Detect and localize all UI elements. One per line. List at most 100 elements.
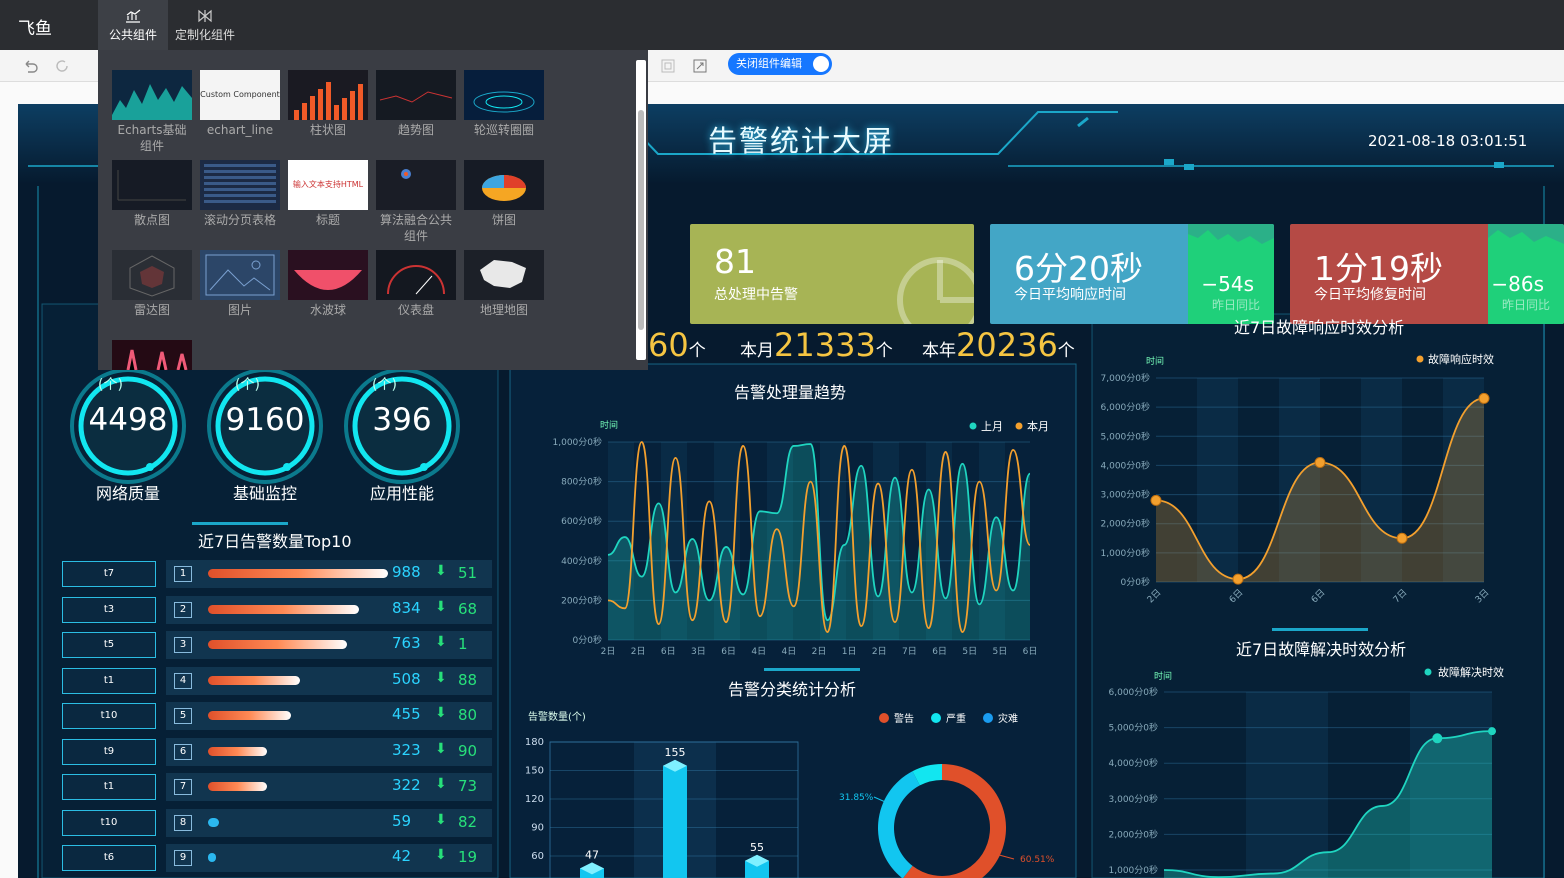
- slice-label: 60.51%: [1020, 855, 1055, 865]
- y-tick-label: 2,000分0秒: [1101, 518, 1151, 530]
- y-tick-label: 0分0秒: [1121, 576, 1150, 588]
- component-label: 仪表盘: [397, 303, 434, 317]
- y-tick-label: 180: [525, 737, 544, 748]
- component-item[interactable]: 仪表盘: [376, 250, 456, 318]
- data-point: [1488, 727, 1496, 736]
- component-thumbnail: [112, 160, 192, 210]
- component-label: 滚动分页表格: [203, 213, 276, 227]
- component-item[interactable]: 水波球: [288, 250, 368, 318]
- y-tick-label: 0分0秒: [573, 634, 602, 646]
- y-tick-label: 1,000分0秒: [1109, 864, 1159, 876]
- component-item[interactable]: 地理地图: [464, 250, 544, 318]
- y-tick-label: 3,000分0秒: [1109, 793, 1159, 805]
- legend-label: 警告: [894, 712, 914, 725]
- axis-label: 时间: [600, 419, 618, 431]
- x-tick-label: 6日: [1227, 587, 1245, 605]
- component-thumbnail: 输入文本支持HTML: [288, 160, 368, 210]
- component-thumbnail: [376, 70, 456, 120]
- y-tick-label: 6,000分0秒: [1101, 401, 1151, 413]
- donut-slice: [878, 771, 920, 878]
- undo-icon[interactable]: [22, 58, 38, 74]
- component-edit-toggle[interactable]: 关闭组件编辑: [728, 53, 832, 75]
- tab-label: 定制化组件: [174, 28, 235, 42]
- legend-dot: [983, 713, 993, 723]
- refresh-icon[interactable]: [54, 58, 70, 74]
- app-logo: 飞鱼: [18, 19, 52, 39]
- component-thumbnail: [200, 250, 280, 300]
- slice-label: 31.85%: [839, 793, 874, 803]
- component-thumbnail: [376, 250, 456, 300]
- component-thumbnail: Custom Component: [200, 70, 280, 120]
- x-tick-label: 2日: [1145, 587, 1163, 605]
- component-item[interactable]: 输入文本支持HTML 标题: [288, 160, 368, 228]
- grid-band: [1246, 692, 1328, 878]
- fullscreen-icon[interactable]: [692, 58, 708, 74]
- component-thumbnail: [112, 70, 192, 120]
- x-tick-label: 7日: [902, 646, 917, 657]
- y-tick-label: 5,000分0秒: [1109, 722, 1159, 734]
- component-item[interactable]: Echarts基础组件: [112, 70, 192, 154]
- y-tick-label: 7,000分0秒: [1101, 372, 1151, 384]
- legend-label: 灾难: [998, 712, 1018, 725]
- component-thumbnail: [112, 340, 192, 370]
- legend-label: 故障解决时效: [1438, 665, 1504, 679]
- y-tick-label: 400分0秒: [561, 555, 602, 567]
- fit-screen-icon[interactable]: [660, 58, 676, 74]
- component-label: 图片: [227, 303, 252, 317]
- x-tick-label: 6日: [1309, 587, 1327, 605]
- legend-label: 本月: [1027, 419, 1049, 433]
- bar: [663, 765, 687, 878]
- legend-dot: [1015, 422, 1023, 430]
- component-label: 地理地图: [479, 303, 528, 317]
- component-label: 标题: [315, 213, 340, 227]
- x-tick-label: 2日: [872, 646, 887, 657]
- component-thumbnail: [464, 160, 544, 210]
- x-tick-label: 2日: [631, 646, 646, 657]
- component-thumbnail: [464, 70, 544, 120]
- component-item[interactable]: 滚动分页表格: [200, 160, 280, 228]
- component-item[interactable]: 饼图: [464, 160, 544, 228]
- bar-value-label: 55: [750, 841, 764, 854]
- y-tick-label: 90: [531, 823, 544, 834]
- component-item[interactable]: 柱状图: [288, 70, 368, 138]
- bar-value-label: 47: [585, 848, 599, 861]
- component-panel: Echarts基础组件 Custom Component echart_line 柱状…: [98, 50, 648, 370]
- component-item[interactable]: 雷达图: [112, 250, 192, 318]
- data-point: [1150, 494, 1162, 506]
- component-item[interactable]: 散点图: [112, 160, 192, 228]
- data-point: [1478, 392, 1490, 404]
- y-tick-label: 5,000分0秒: [1101, 430, 1151, 442]
- legend-dot: [969, 422, 977, 430]
- component-item-partial[interactable]: [112, 340, 192, 370]
- x-tick-label: 1日: [842, 646, 857, 657]
- component-item[interactable]: 算法融合公共组件: [376, 160, 456, 244]
- y-tick-label: 150: [525, 766, 544, 777]
- tab-public-components[interactable]: 公共组件: [98, 0, 168, 50]
- thumb-custom-text: Custom Component: [200, 70, 280, 120]
- bowtie-icon: [198, 9, 212, 23]
- y-tick-label: 4,000分0秒: [1101, 459, 1151, 471]
- axis-label: 时间: [1154, 670, 1172, 682]
- thumb-title-text: 输入文本支持HTML: [288, 160, 368, 210]
- tab-custom-components[interactable]: 定制化组件: [170, 0, 240, 50]
- x-tick-label: 5日: [992, 646, 1007, 657]
- legend-dot: [1424, 668, 1432, 676]
- x-tick-label: 6日: [1023, 646, 1038, 657]
- component-label: 轮巡转圈圈: [473, 123, 534, 137]
- legend-label: 严重: [946, 712, 966, 725]
- data-point: [1396, 532, 1408, 544]
- component-item[interactable]: Custom Component echart_line: [200, 70, 280, 138]
- y-tick-label: 4,000分0秒: [1109, 757, 1159, 769]
- component-item[interactable]: 轮巡转圈圈: [464, 70, 544, 138]
- component-label: 趋势图: [397, 123, 434, 137]
- axis-label: 时间: [1146, 355, 1164, 367]
- component-item[interactable]: 趋势图: [376, 70, 456, 138]
- component-item[interactable]: 图片: [200, 250, 280, 318]
- chart-icon: [126, 9, 141, 23]
- y-tick-label: 200分0秒: [561, 594, 602, 606]
- panel-scrollbar[interactable]: [636, 60, 646, 360]
- scrollbar-thumb[interactable]: [638, 110, 644, 330]
- bar-value-label: 155: [665, 746, 686, 759]
- x-tick-label: 3日: [691, 646, 706, 657]
- x-tick-label: 5日: [962, 646, 977, 657]
